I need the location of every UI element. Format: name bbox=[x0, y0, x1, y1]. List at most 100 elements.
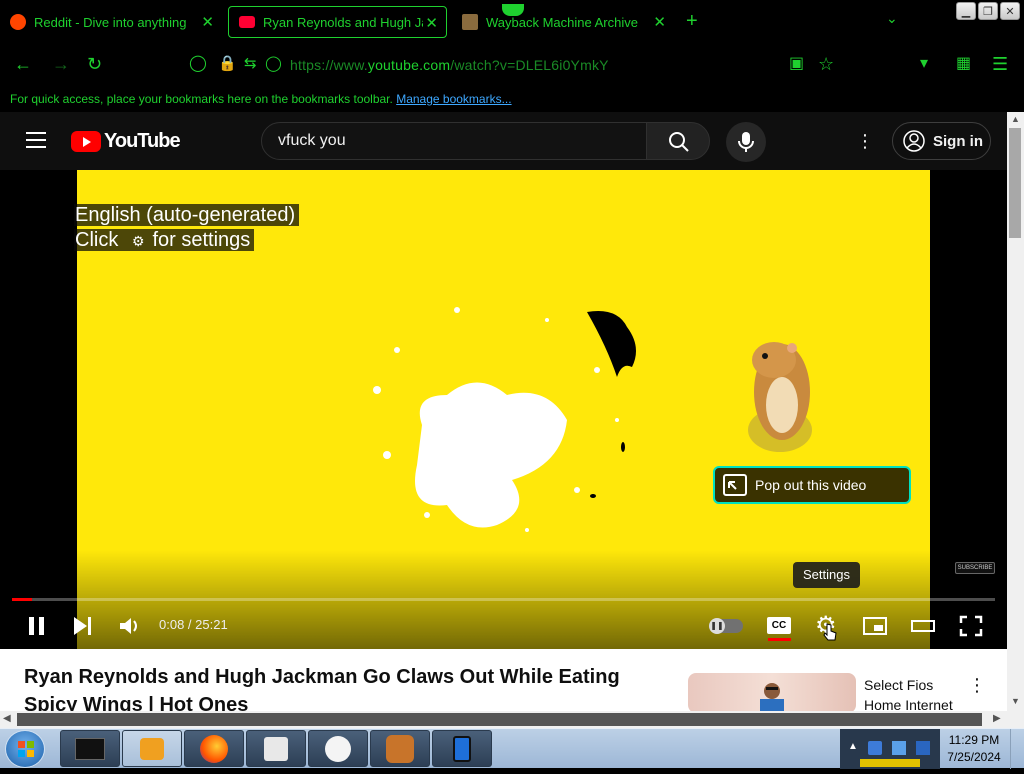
next-video-icon[interactable] bbox=[70, 614, 96, 638]
clock[interactable]: 11:29 PM 7/25/2024 bbox=[944, 732, 1004, 766]
caption-line-2-suffix: for settings bbox=[152, 229, 251, 251]
miniplayer-icon[interactable] bbox=[862, 614, 888, 638]
tab-reddit[interactable]: Reddit - Dive into anything ✕ bbox=[0, 6, 222, 38]
show-hidden-icons-icon[interactable]: ▲ bbox=[848, 741, 858, 752]
current-time: 0:08 bbox=[159, 617, 185, 632]
close-tab-icon[interactable]: ✕ bbox=[201, 13, 214, 31]
terminal-icon bbox=[75, 737, 105, 760]
url-bar[interactable]: https://www.youtube.com/watch?v=DLEL6i0Y… bbox=[290, 57, 609, 73]
new-tab-icon[interactable]: + bbox=[686, 10, 698, 33]
autoplay-toggle[interactable]: ❚❚ bbox=[709, 618, 743, 634]
captions-active-indicator bbox=[768, 638, 791, 641]
picture-in-picture-icon[interactable]: ▣ bbox=[789, 54, 804, 74]
start-button[interactable] bbox=[5, 730, 45, 768]
progress-bar[interactable] bbox=[12, 598, 995, 601]
youtube-header: YouTube vfuck you ⋮ Sign in bbox=[0, 112, 1007, 170]
horizontal-scroll-thumb[interactable] bbox=[17, 713, 982, 726]
youtube-logo[interactable]: YouTube bbox=[71, 130, 181, 153]
tracking-protection-icon[interactable]: ◯ bbox=[189, 54, 207, 74]
manage-bookmarks-link[interactable]: Manage bookmarks... bbox=[396, 92, 511, 106]
private-mask-icon bbox=[502, 4, 524, 16]
microphone-icon bbox=[738, 132, 754, 152]
pause-icon[interactable] bbox=[24, 614, 50, 638]
scroll-up-icon[interactable]: ▲ bbox=[1011, 114, 1020, 124]
taskbar-app-tablet[interactable] bbox=[432, 730, 492, 767]
restore-button[interactable]: ❐ bbox=[978, 2, 998, 20]
scroll-left-icon[interactable]: ◀ bbox=[3, 713, 11, 724]
voice-search-button[interactable] bbox=[726, 122, 766, 162]
taskbar-app-game[interactable] bbox=[370, 730, 430, 767]
pop-out-label: Pop out this video bbox=[755, 477, 867, 493]
scroll-down-icon[interactable]: ▼ bbox=[1011, 696, 1020, 706]
reddit-icon bbox=[10, 14, 26, 30]
autoplay-blocked-icon[interactable]: ◯ bbox=[265, 54, 282, 74]
tab-title: Reddit - Dive into anything bbox=[34, 14, 187, 30]
ad-title-line-2: Home Internet bbox=[864, 697, 953, 711]
url-prefix: https://www. bbox=[290, 57, 368, 73]
youtube-icon bbox=[239, 16, 255, 28]
tab-title: Wayback Machine Archive bbox=[486, 14, 638, 30]
horizontal-scrollbar[interactable]: ◀ ▶ bbox=[0, 711, 1007, 728]
window-controls: ▁ ❐ ✕ bbox=[956, 2, 1020, 20]
search-input[interactable]: vfuck you bbox=[261, 122, 647, 160]
lock-icon[interactable]: 🔒 bbox=[218, 54, 237, 74]
caption-line-1: English (auto-generated) bbox=[74, 204, 300, 226]
scroll-right-icon[interactable]: ▶ bbox=[993, 713, 1001, 724]
taskbar-app-media-player[interactable] bbox=[122, 730, 182, 767]
tab-strip: Reddit - Dive into anything ✕ Ryan Reyno… bbox=[0, 0, 1024, 44]
volume-icon[interactable] bbox=[117, 614, 143, 638]
cartoon-face-icon bbox=[325, 735, 351, 762]
taskbar-app-firefox[interactable] bbox=[184, 730, 244, 767]
tab-youtube-video[interactable]: Ryan Reynolds and Hugh Jackman ✕ bbox=[228, 6, 447, 38]
video-player[interactable]: English (auto-generated) Click ⚙ for sett… bbox=[0, 170, 1007, 649]
guide-menu-icon[interactable] bbox=[26, 132, 46, 148]
windows-logo-icon bbox=[18, 741, 34, 757]
vertical-scrollbar[interactable]: ▲ ▼ bbox=[1007, 112, 1024, 712]
ad-thumbnail[interactable] bbox=[688, 673, 856, 711]
pop-out-video-button[interactable]: Pop out this video bbox=[713, 466, 911, 504]
paint-icon bbox=[264, 736, 288, 761]
settings-more-icon[interactable]: ⋮ bbox=[856, 130, 874, 152]
pop-out-icon bbox=[723, 474, 747, 496]
taskbar-app-terminal[interactable] bbox=[60, 730, 120, 767]
tab-title: Ryan Reynolds and Hugh Jackman bbox=[263, 14, 423, 30]
autoplay-pause-icon: ❚❚ bbox=[709, 618, 725, 634]
network-icon[interactable] bbox=[868, 741, 882, 755]
forward-icon[interactable]: → bbox=[52, 54, 70, 74]
bookmark-star-icon[interactable]: ☆ bbox=[818, 54, 834, 74]
volume-tray-icon[interactable] bbox=[916, 741, 930, 755]
fullscreen-icon[interactable] bbox=[958, 614, 984, 638]
caption-window[interactable]: English (auto-generated) Click ⚙ for sett… bbox=[74, 203, 300, 254]
reload-icon[interactable]: ↻ bbox=[87, 54, 102, 74]
extensions-icon[interactable]: ▦ bbox=[956, 54, 971, 74]
subscribe-watermark[interactable]: SUBSCRIBE bbox=[955, 562, 995, 574]
search-button[interactable] bbox=[646, 122, 710, 160]
show-desktop-button[interactable] bbox=[1010, 729, 1024, 769]
minimize-button[interactable]: ▁ bbox=[956, 2, 976, 20]
permissions-icon[interactable]: ⇆ bbox=[244, 54, 257, 74]
ad-title[interactable]: Select Fios Home Internet bbox=[864, 675, 953, 711]
close-tab-icon[interactable]: ✕ bbox=[653, 13, 666, 31]
taskbar-app-cartoon[interactable] bbox=[308, 730, 368, 767]
archive-icon bbox=[462, 14, 478, 30]
taskbar-app-paint[interactable] bbox=[246, 730, 306, 767]
ad-more-icon[interactable]: ⋮ bbox=[968, 675, 986, 696]
action-center-icon[interactable] bbox=[892, 741, 906, 755]
system-tray: ▲ bbox=[840, 729, 940, 769]
sign-in-button[interactable]: Sign in bbox=[892, 122, 991, 160]
video-title: Ryan Reynolds and Hugh Jackman Go Claws … bbox=[24, 666, 620, 711]
menu-icon[interactable]: ☰ bbox=[992, 54, 1008, 74]
theater-mode-icon[interactable] bbox=[910, 614, 936, 638]
pocket-icon[interactable]: ▾ bbox=[920, 54, 928, 74]
time-display: 0:08 / 25:21 bbox=[159, 617, 228, 632]
list-all-tabs-icon[interactable]: ⌄ bbox=[886, 10, 898, 27]
ad-title-line-1: Select Fios bbox=[864, 677, 934, 693]
ad-thumbnail-image bbox=[760, 683, 784, 711]
back-icon[interactable]: ← bbox=[14, 54, 32, 74]
account-icon bbox=[903, 130, 925, 152]
vertical-scroll-thumb[interactable] bbox=[1009, 128, 1021, 238]
close-tab-icon[interactable]: ✕ bbox=[425, 14, 438, 32]
tab-archive[interactable]: Wayback Machine Archive ✕ bbox=[452, 6, 674, 38]
captions-button[interactable]: CC bbox=[767, 617, 791, 634]
close-window-button[interactable]: ✕ bbox=[1000, 2, 1020, 20]
